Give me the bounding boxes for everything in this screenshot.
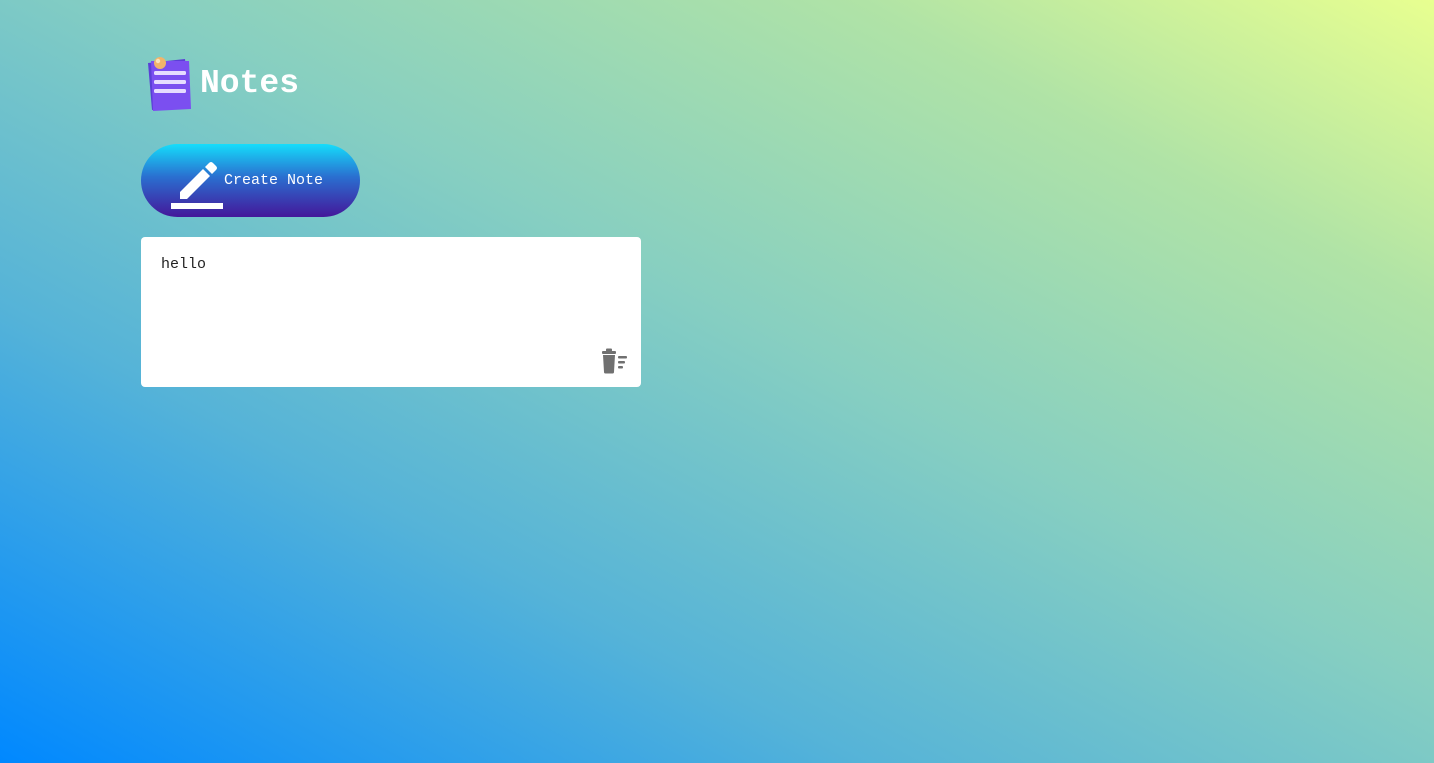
create-note-label: Create Note	[224, 172, 324, 189]
pencil-edit-icon	[171, 161, 223, 209]
note-card: hello	[141, 237, 641, 387]
app-title: Notes	[200, 65, 300, 102]
create-note-button[interactable]: Create Note	[141, 144, 360, 217]
trash-sweep-icon	[602, 348, 627, 374]
delete-note-button[interactable]	[599, 347, 629, 375]
note-textarea[interactable]: hello	[161, 255, 621, 347]
app-header: Notes	[145, 55, 299, 113]
notepad-icon	[148, 57, 191, 111]
